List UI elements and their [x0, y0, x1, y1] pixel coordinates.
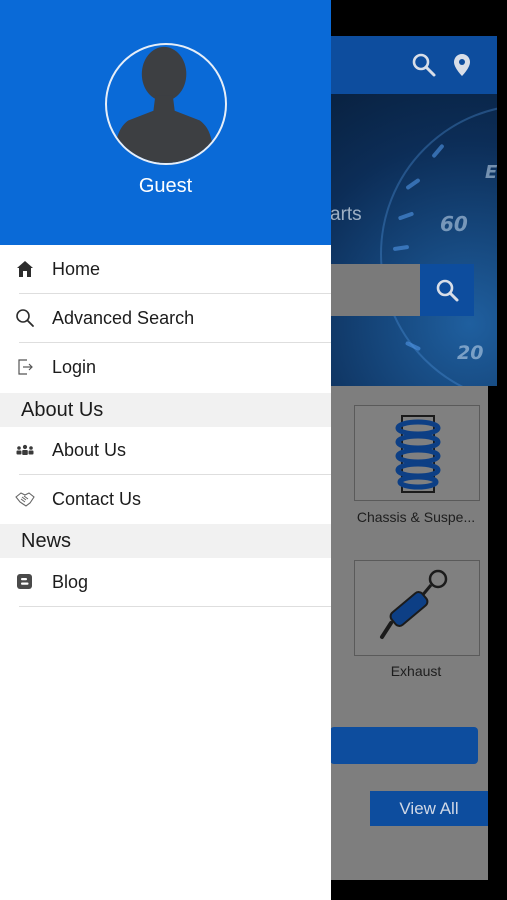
exhaust-pipe-icon [380, 569, 448, 639]
blogger-icon [17, 574, 32, 589]
menu-item-label: Login [52, 357, 97, 377]
gauge-number: 20 [457, 342, 484, 364]
section-header-about-us: About Us [0, 393, 331, 427]
menu-item-blog[interactable]: Blog [0, 558, 331, 607]
gauge-number: 60 [440, 212, 468, 236]
user-name: Guest [138, 175, 193, 197]
category-card-exhaust[interactable] [354, 560, 480, 656]
hero-text: arts [330, 204, 362, 225]
user-silhouette-icon [114, 46, 214, 163]
category-card-chassis[interactable] [354, 405, 480, 501]
category-label: Chassis & Suspe... [356, 509, 476, 525]
login-icon [18, 359, 33, 375]
category-label: Exhaust [390, 663, 442, 679]
search-icon[interactable] [411, 52, 437, 78]
divider [19, 606, 331, 607]
view-all-button[interactable]: View All [370, 791, 488, 826]
menu-item-advanced-search[interactable]: Advanced Search [0, 294, 331, 343]
menu-item-about-us[interactable]: About Us [0, 426, 331, 475]
menu-item-home[interactable]: Home [0, 245, 331, 294]
menu-item-label: Advanced Search [52, 308, 195, 328]
drawer-header: Guest [0, 0, 331, 245]
gauge-number: E [485, 162, 497, 183]
home-icon [17, 261, 33, 277]
navigation-drawer: Guest Home Advanced Search Login About U… [0, 0, 331, 900]
menu-item-label: Home [52, 259, 101, 279]
menu-item-contact-us[interactable]: Contact Us [0, 475, 331, 524]
coil-spring-icon [395, 415, 441, 493]
section-title: News [21, 530, 72, 552]
section-header-news: News [0, 524, 331, 558]
section-title: About Us [21, 399, 104, 421]
menu-item-login[interactable]: Login [0, 343, 331, 392]
location-pin-icon[interactable] [449, 52, 475, 78]
handshake-icon [15, 492, 35, 507]
search-icon [436, 279, 459, 302]
menu-item-label: Blog [52, 572, 89, 592]
menu-item-label: About Us [52, 440, 127, 460]
search-icon [16, 309, 34, 327]
menu-item-label: Contact Us [52, 489, 142, 509]
avatar[interactable] [105, 43, 227, 165]
action-button[interactable] [330, 727, 478, 764]
people-icon [16, 444, 34, 455]
parts-search-button[interactable] [420, 264, 474, 316]
